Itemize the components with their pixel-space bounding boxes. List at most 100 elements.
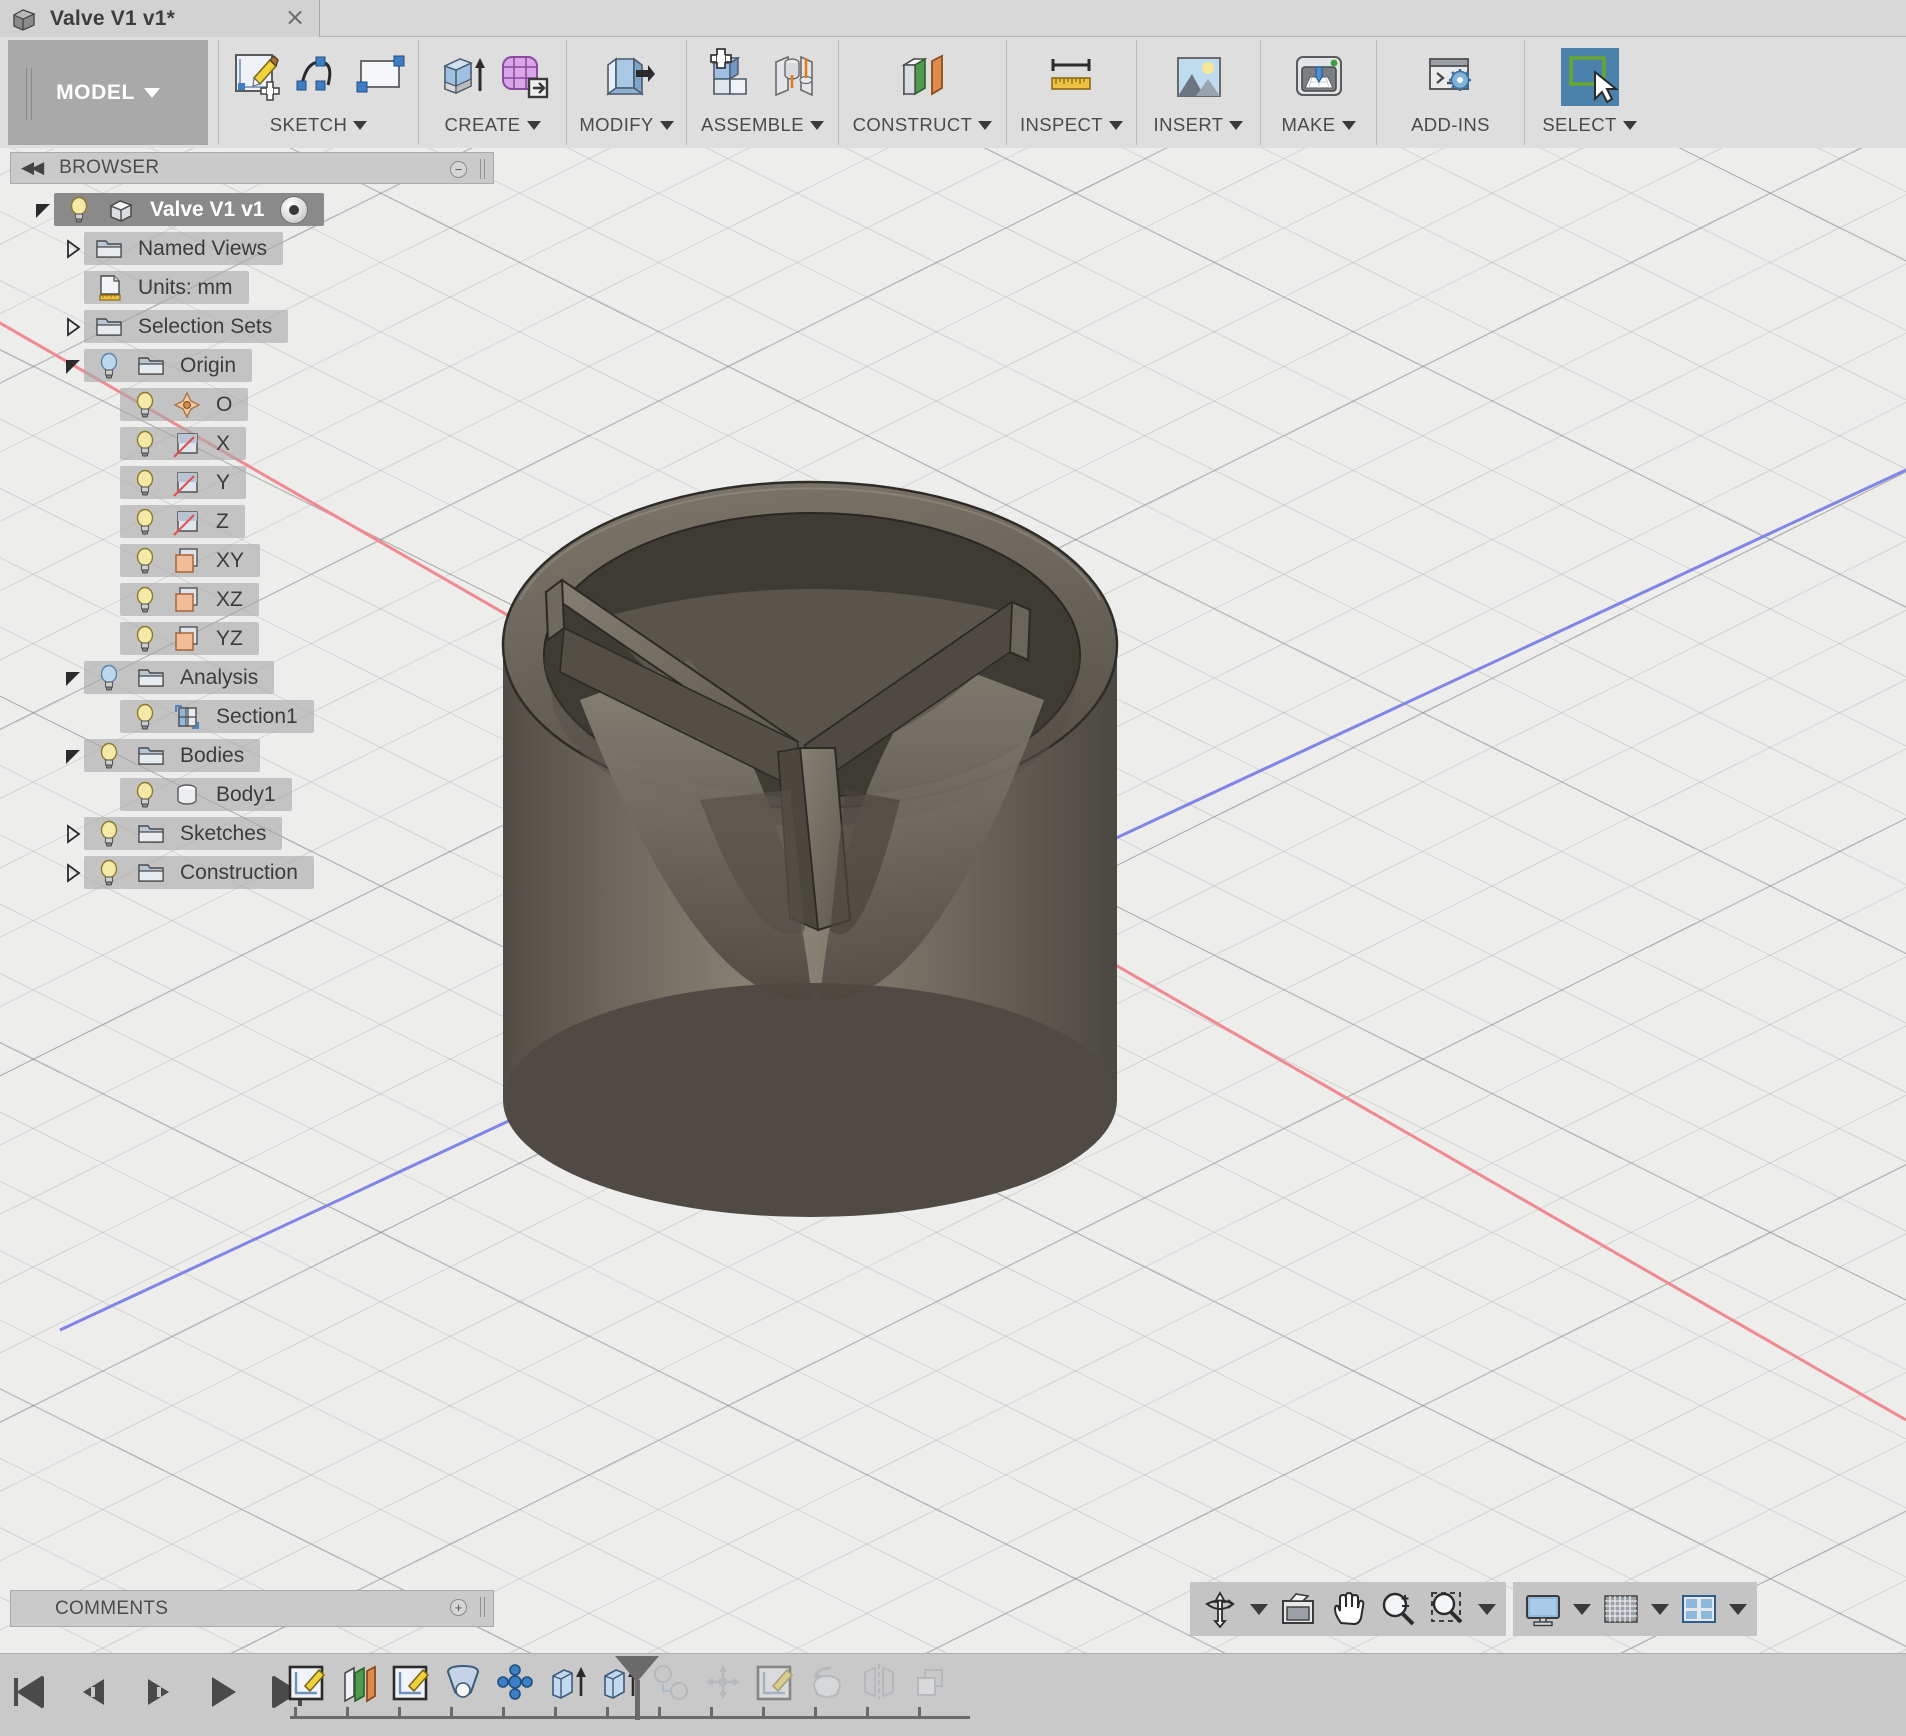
twist-expanded-icon[interactable] bbox=[62, 667, 84, 689]
step-back-icon[interactable] bbox=[74, 1672, 116, 1714]
3d-print-icon[interactable] bbox=[1290, 48, 1348, 106]
tree-item-y[interactable]: Y bbox=[0, 463, 494, 502]
tree-item-pill[interactable]: X bbox=[120, 427, 247, 460]
insert-image-icon[interactable] bbox=[1170, 48, 1228, 106]
look-at-icon[interactable] bbox=[1278, 1589, 1318, 1629]
activate-component-radio[interactable] bbox=[280, 195, 309, 224]
tree-item-units-mm[interactable]: Units: mm bbox=[0, 268, 494, 307]
timeline-feature-sketch-feature[interactable] bbox=[753, 1662, 801, 1712]
lightbulb-icon[interactable] bbox=[130, 780, 160, 810]
lightbulb-icon[interactable] bbox=[94, 741, 124, 771]
tree-item-valve-v1-v1[interactable]: Valve V1 v1 bbox=[0, 190, 494, 229]
tree-item-selection-sets[interactable]: Selection Sets bbox=[0, 307, 494, 346]
tree-item-pill[interactable]: Sketches bbox=[84, 817, 283, 850]
create-form-icon[interactable] bbox=[495, 48, 553, 106]
twist-expanded-icon[interactable] bbox=[62, 355, 84, 377]
create-sketch-icon[interactable] bbox=[228, 48, 286, 106]
tree-item-origin[interactable]: Origin bbox=[0, 346, 494, 385]
lightbulb-icon[interactable] bbox=[130, 468, 160, 498]
comments-panel-header[interactable]: COMMENTS + bbox=[10, 1590, 494, 1627]
tree-item-pill[interactable]: Body1 bbox=[120, 778, 292, 811]
tree-item-yz[interactable]: YZ bbox=[0, 619, 494, 658]
chevron-down-icon[interactable] bbox=[1229, 120, 1244, 130]
extrude-icon[interactable] bbox=[433, 48, 491, 106]
joint-icon[interactable] bbox=[765, 48, 823, 106]
pan-icon[interactable] bbox=[1328, 1589, 1368, 1629]
tree-item-pill[interactable]: XY bbox=[120, 544, 261, 577]
lightbulb-icon[interactable] bbox=[130, 390, 160, 420]
display-settings-icon[interactable] bbox=[1523, 1589, 1563, 1629]
timeline-feature-sketch-feature[interactable] bbox=[389, 1662, 437, 1712]
tree-item-pill[interactable]: Selection Sets bbox=[84, 310, 289, 343]
tree-item-pill[interactable]: Section1 bbox=[120, 700, 314, 733]
lightbulb-icon[interactable] bbox=[130, 429, 160, 459]
timeline-feature-move-feature[interactable] bbox=[701, 1662, 749, 1712]
measure-icon[interactable] bbox=[1043, 48, 1101, 106]
twist-collapsed-icon[interactable] bbox=[62, 823, 84, 845]
lightbulb-icon[interactable] bbox=[94, 663, 124, 693]
skip-start-icon[interactable] bbox=[10, 1672, 52, 1714]
lightbulb-icon[interactable] bbox=[94, 819, 124, 849]
viewports-icon[interactable] bbox=[1679, 1589, 1719, 1629]
lightbulb-icon[interactable] bbox=[130, 585, 160, 615]
chevron-down-icon[interactable] bbox=[526, 120, 541, 130]
play-icon[interactable] bbox=[202, 1672, 244, 1714]
chevron-down-icon[interactable] bbox=[353, 120, 368, 130]
new-component-icon[interactable] bbox=[703, 48, 761, 106]
chevron-down-icon[interactable] bbox=[659, 120, 674, 130]
lightbulb-icon[interactable] bbox=[94, 351, 124, 381]
tree-item-pill[interactable]: Z bbox=[120, 505, 245, 538]
tree-item-pill[interactable]: XZ bbox=[120, 583, 259, 616]
tree-item-pill[interactable]: Y bbox=[120, 466, 247, 499]
tree-item-section1[interactable]: Section1 bbox=[0, 697, 494, 736]
chevron-down-icon[interactable] bbox=[1729, 1603, 1747, 1615]
document-tab[interactable]: Valve V1 v1* × bbox=[0, 0, 320, 37]
workspace-selector[interactable]: MODEL bbox=[8, 40, 208, 145]
tree-item-pill[interactable]: YZ bbox=[120, 622, 259, 655]
scripts-addins-icon[interactable] bbox=[1422, 48, 1480, 106]
timeline-feature-revolve2-feature[interactable] bbox=[805, 1662, 853, 1712]
panel-resize-grip-icon[interactable] bbox=[479, 159, 487, 179]
tree-item-pill[interactable]: Construction bbox=[84, 856, 314, 889]
twist-expanded-icon[interactable] bbox=[32, 199, 54, 221]
rectangle-icon[interactable] bbox=[352, 48, 410, 106]
tree-item-xz[interactable]: XZ bbox=[0, 580, 494, 619]
chevron-down-icon[interactable] bbox=[1108, 120, 1123, 130]
orbit-icon[interactable] bbox=[1200, 1589, 1240, 1629]
lightbulb-icon[interactable] bbox=[130, 507, 160, 537]
offset-plane-icon[interactable] bbox=[894, 48, 952, 106]
step-forward-icon[interactable] bbox=[138, 1672, 180, 1714]
spline-icon[interactable] bbox=[290, 48, 348, 106]
timeline-feature-plane-feature[interactable] bbox=[337, 1662, 385, 1712]
timeline-feature-pattern-feature[interactable] bbox=[909, 1662, 957, 1712]
timeline-feature-revolve-feature[interactable] bbox=[441, 1662, 489, 1712]
twist-collapsed-icon[interactable] bbox=[62, 316, 84, 338]
tree-item-analysis[interactable]: Analysis bbox=[0, 658, 494, 697]
tree-item-pill[interactable]: Origin bbox=[84, 349, 253, 382]
chevron-down-icon[interactable] bbox=[1341, 120, 1356, 130]
chevron-down-icon[interactable] bbox=[143, 87, 160, 98]
chevron-down-icon[interactable] bbox=[809, 120, 824, 130]
tree-item-z[interactable]: Z bbox=[0, 502, 494, 541]
tree-item-named-views[interactable]: Named Views bbox=[0, 229, 494, 268]
zoom-window-icon[interactable] bbox=[1428, 1589, 1468, 1629]
tree-item-pill[interactable]: Units: mm bbox=[84, 271, 249, 304]
chevron-down-icon[interactable] bbox=[1250, 1603, 1268, 1615]
twist-collapsed-icon[interactable] bbox=[62, 238, 84, 260]
lightbulb-icon[interactable] bbox=[130, 624, 160, 654]
grid-snap-icon[interactable] bbox=[1601, 1589, 1641, 1629]
timeline-feature-mirror-feature[interactable] bbox=[857, 1662, 905, 1712]
lightbulb-icon[interactable] bbox=[130, 546, 160, 576]
lightbulb-icon[interactable] bbox=[94, 858, 124, 888]
chevron-down-icon[interactable] bbox=[1651, 1603, 1669, 1615]
tree-item-o[interactable]: O bbox=[0, 385, 494, 424]
tree-item-bodies[interactable]: Bodies bbox=[0, 736, 494, 775]
select-cursor-icon[interactable] bbox=[1559, 46, 1621, 108]
expand-icon[interactable]: + bbox=[450, 1599, 467, 1616]
tree-item-pill[interactable]: Bodies bbox=[84, 739, 261, 772]
timeline-feature-sketch-feature[interactable] bbox=[285, 1662, 333, 1712]
twist-expanded-icon[interactable] bbox=[62, 745, 84, 767]
tree-item-pill[interactable]: Named Views bbox=[84, 232, 284, 265]
chevron-down-icon[interactable] bbox=[1573, 1603, 1591, 1615]
twist-collapsed-icon[interactable] bbox=[62, 862, 84, 884]
